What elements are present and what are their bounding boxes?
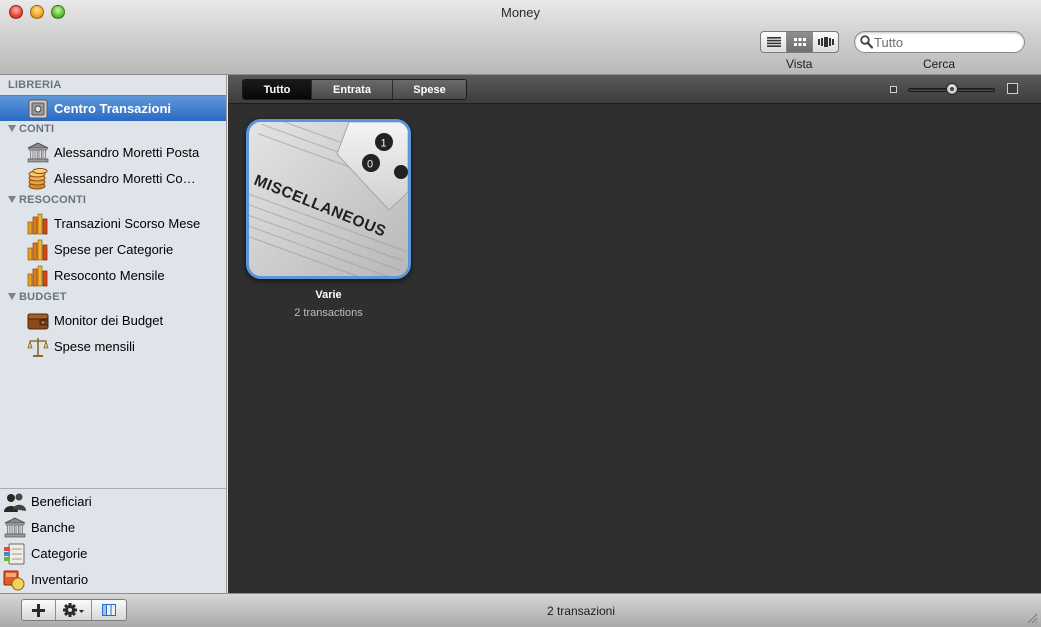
wallet-icon xyxy=(27,313,49,330)
sidebar-item-report-by-category[interactable]: Spese per Categorie xyxy=(0,237,226,263)
coverflow-view-button[interactable] xyxy=(813,32,838,52)
category-card-thumbnail[interactable]: 1 0 MISCELLANEOUS xyxy=(246,119,411,279)
bar-chart-icon xyxy=(27,239,48,261)
sidebar-item-label: Spese mensili xyxy=(54,339,135,354)
title-bar: Money Vista Cerca xyxy=(0,0,1041,75)
window-title: Money xyxy=(500,5,541,20)
sidebar-item-budget-monitor[interactable]: Monitor dei Budget xyxy=(0,308,226,334)
coverflow-view-icon xyxy=(817,37,834,47)
sidebar-item-label: Spese per Categorie xyxy=(54,242,174,257)
coins-icon xyxy=(28,168,48,190)
search-label: Cerca xyxy=(923,57,956,71)
sidebar-item-inventory[interactable]: Inventario xyxy=(0,567,226,593)
accounts-header-label: CONTI xyxy=(19,123,55,135)
people-icon xyxy=(4,493,26,512)
svg-text:1: 1 xyxy=(381,138,387,150)
sidebar-item-payees[interactable]: Beneficiari xyxy=(0,489,226,515)
filter-expenses-button[interactable]: Spese xyxy=(393,80,466,99)
sidebar-item-label: Beneficiari xyxy=(31,494,92,509)
sidebar-item-label: Banche xyxy=(31,520,76,535)
sidebar-item-report-monthly[interactable]: Resoconto Mensile xyxy=(0,263,226,289)
resize-grip-icon[interactable] xyxy=(1026,612,1038,624)
list-view-icon xyxy=(766,37,781,47)
sidebar-item-label: Inventario xyxy=(31,572,89,587)
category-card-name: Varie xyxy=(315,289,342,301)
sidebar-item-label: Alessandro Moretti Co… xyxy=(54,171,196,186)
sidebar-item-label: Categorie xyxy=(31,546,88,561)
scales-icon xyxy=(27,338,49,357)
sidebar-item-label: Centro Transazioni xyxy=(54,101,172,116)
status-bar: 2 transazioni xyxy=(0,593,1041,627)
disclosure-triangle-icon xyxy=(8,293,16,300)
grid-view-button[interactable] xyxy=(787,32,813,52)
filter-bar: Tutto Entrata Spese xyxy=(228,75,1041,104)
search-field xyxy=(854,31,1025,53)
sidebar: LIBRERIA Centro Transazioni CONTI Alessa… xyxy=(0,75,227,593)
sidebar-item-categories[interactable]: Categorie xyxy=(0,541,226,567)
sidebar-item-label: Resoconto Mensile xyxy=(54,268,165,283)
bank-icon xyxy=(27,142,49,163)
sidebar-item-banks[interactable]: Banche xyxy=(0,515,226,541)
filter-all-button[interactable]: Tutto xyxy=(243,80,312,99)
budget-header[interactable]: BUDGET xyxy=(8,291,67,303)
filter-income-button[interactable]: Entrata xyxy=(312,80,393,99)
safe-icon xyxy=(28,99,48,119)
bar-chart-icon xyxy=(27,213,48,235)
view-mode-selector xyxy=(760,31,839,53)
sidebar-item-budget-monthly-expenses[interactable]: Spese mensili xyxy=(0,334,226,360)
sidebar-item-report-last-month[interactable]: Transazioni Scorso Mese xyxy=(0,211,226,237)
bank-icon xyxy=(4,517,26,538)
zoom-slider-knob[interactable] xyxy=(945,83,958,95)
bar-chart-icon xyxy=(27,265,48,287)
view-label: Vista xyxy=(786,57,813,71)
search-input[interactable] xyxy=(874,33,1019,51)
list-view-button[interactable] xyxy=(761,32,787,52)
sidebar-item-label: Transazioni Scorso Mese xyxy=(54,216,201,231)
grid-view-icon xyxy=(793,38,806,46)
library-header: LIBRERIA xyxy=(8,79,62,91)
miscellaneous-thumbnail-image: 1 0 MISCELLANEOUS xyxy=(249,122,408,276)
disclosure-triangle-icon xyxy=(8,196,16,203)
sidebar-item-transaction-center[interactable]: Centro Transazioni xyxy=(0,95,226,121)
status-text: 2 transazioni xyxy=(546,604,616,618)
categories-icon xyxy=(4,543,25,565)
svg-text:0: 0 xyxy=(367,159,373,171)
reports-header-label: RESOCONTI xyxy=(19,194,87,206)
main-content: Tutto Entrata Spese 1 0 MISCELLANEOUS Va… xyxy=(228,75,1041,593)
inventory-icon xyxy=(3,570,25,591)
sidebar-item-account-posta[interactable]: Alessandro Moretti Posta xyxy=(0,140,226,166)
reports-header[interactable]: RESOCONTI xyxy=(8,194,86,206)
sidebar-item-label: Alessandro Moretti Posta xyxy=(54,145,200,160)
accounts-header[interactable]: CONTI xyxy=(8,123,54,135)
sidebar-item-label: Monitor dei Budget xyxy=(54,313,164,328)
category-card-subtitle: 2 transactions xyxy=(294,307,363,319)
disclosure-triangle-icon xyxy=(8,125,16,132)
zoom-small-icon xyxy=(890,86,897,93)
sidebar-bottom-list: Beneficiari Banche Categorie Inventario xyxy=(0,488,226,593)
transaction-filter: Tutto Entrata Spese xyxy=(242,79,467,100)
zoom-large-icon xyxy=(1007,83,1018,94)
sidebar-item-account-co[interactable]: Alessandro Moretti Co… xyxy=(0,166,226,192)
search-icon xyxy=(860,35,873,49)
budget-header-label: BUDGET xyxy=(19,291,67,303)
